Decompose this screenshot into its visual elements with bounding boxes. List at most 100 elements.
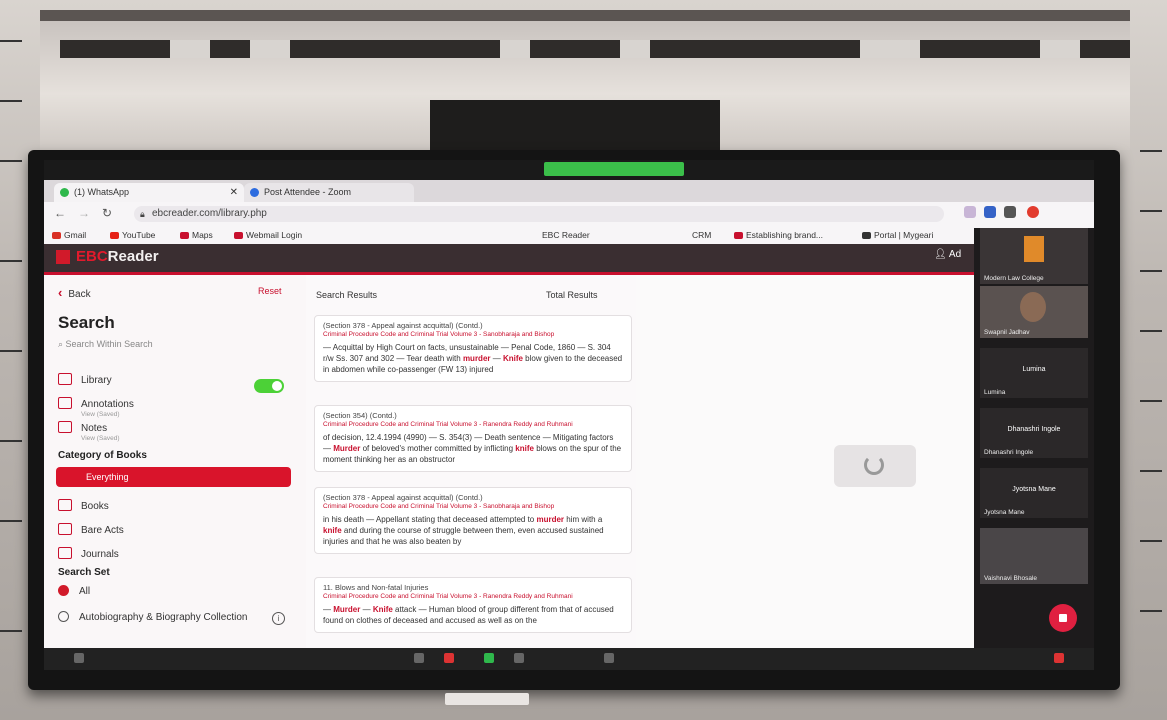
url-text: ebcreader.com/library.php [152, 208, 267, 219]
bookmark-youtube[interactable]: YouTube [110, 226, 155, 244]
sidebar-item-annotations[interactable]: Annotations View (Saved) [58, 395, 134, 418]
screen-share-indicator [544, 162, 684, 176]
ceiling-lights [60, 40, 1130, 58]
category-everything[interactable]: Everything [56, 467, 291, 487]
url-field[interactable]: 🔒︎ ebcreader.com/library.php [134, 206, 944, 222]
search-set-title: Search Set [58, 567, 110, 578]
taskbar [44, 648, 1094, 670]
sidebar-item-library[interactable]: Library [58, 371, 112, 391]
search-title: Search [58, 313, 115, 332]
bookmark-maps[interactable]: Maps [180, 226, 213, 244]
participant-tile[interactable]: Jyotsna Mane Jyotsna Mane [980, 468, 1088, 518]
loading-indicator [834, 445, 916, 487]
info-icon[interactable]: i [272, 612, 285, 625]
start-icon[interactable] [74, 653, 84, 663]
tab-label: Post Attendee - Zoom [264, 187, 352, 197]
college-logo-icon [1024, 236, 1044, 262]
search-sidebar: ‹ Back Reset Search ⌕ Search Within Searc… [44, 275, 307, 670]
category-title: Category of Books [58, 450, 147, 461]
category-books[interactable]: Books [58, 497, 109, 517]
taskbar-app-icon[interactable] [604, 653, 614, 663]
category-bare-acts[interactable]: Bare Acts [58, 521, 124, 541]
book-logo-icon [56, 250, 70, 264]
search-within-input[interactable]: ⌕ Search Within Search [58, 339, 153, 350]
user-menu[interactable]: 👤︎ Ad [934, 249, 961, 260]
radio-selected-icon [58, 585, 69, 596]
reset-button[interactable]: Reset [258, 286, 282, 296]
gmail-icon [52, 232, 61, 239]
record-button[interactable] [1049, 604, 1077, 632]
paper-edge-left [0, 0, 30, 720]
search-results: Search Results Total Results (Section 37… [306, 275, 636, 670]
result-card[interactable]: (Section 378 - Appeal against acquittal)… [314, 487, 632, 554]
bare-acts-icon [58, 523, 72, 535]
webmail-icon [234, 232, 243, 239]
book-icon [58, 499, 72, 511]
close-tab-icon[interactable]: ✕ [230, 183, 238, 202]
annotation-icon [58, 397, 72, 409]
chevron-left-icon: ‹ [58, 285, 63, 300]
bookmark-ebc-reader[interactable]: EBC Reader [542, 226, 590, 244]
document-viewer [636, 275, 974, 670]
category-journals[interactable]: Journals [58, 545, 119, 565]
results-total: Total Results [546, 290, 598, 300]
participant-tile[interactable]: Vaishnavi Bhosale [980, 528, 1088, 584]
spinner-icon [864, 455, 884, 475]
participant-tile[interactable]: Dhanashri Ingole Dhanashri Ingole [980, 408, 1088, 458]
back-arrow-icon[interactable]: ← [54, 206, 66, 220]
bookmark-webmail[interactable]: Webmail Login [234, 226, 302, 244]
sidebar-item-notes[interactable]: Notes View (Saved) [58, 419, 120, 442]
youtube-icon [110, 232, 119, 239]
bookmarks-bar: Gmail YouTube Maps Webmail Login EBC Rea… [44, 226, 1094, 244]
reload-icon[interactable]: ↻ [102, 206, 112, 220]
extension-icon[interactable] [964, 206, 976, 218]
taskbar-app-icon[interactable] [484, 653, 494, 663]
participant-tile[interactable]: Modern Law College [980, 228, 1088, 284]
lock-icon: 🔒︎ [140, 209, 145, 219]
os-top-bar [44, 160, 1094, 180]
participant-tile[interactable]: Lumina Lumina [980, 348, 1088, 398]
notes-icon [58, 421, 72, 433]
paper-edge-right [1140, 0, 1167, 720]
bookmark-establishing-brand[interactable]: Establishing brand... [734, 226, 823, 244]
forward-arrow-icon[interactable]: → [78, 206, 90, 220]
bookmark-k-icon [862, 232, 871, 239]
participant-video [1020, 292, 1046, 322]
bookmark-gmail[interactable]: Gmail [52, 226, 86, 244]
extensions-puzzle-icon[interactable] [1004, 206, 1016, 218]
search-set-autobiography[interactable]: Autobiography & Biography Collection [58, 608, 247, 628]
zoom-icon [250, 188, 259, 197]
bookmark-portal[interactable]: Portal | Mygeari [862, 226, 933, 244]
tab-label: (1) WhatsApp [74, 187, 130, 197]
zoom-participants-panel: Modern Law College Swapnil Jadhav Lumina… [974, 228, 1094, 670]
maps-pin-icon [180, 232, 189, 239]
app-header: EBCReader 👤︎ Ad [44, 244, 1094, 275]
app-logo[interactable]: EBCReader [76, 248, 159, 265]
library-toggle[interactable] [254, 379, 284, 393]
star-icon[interactable] [984, 206, 996, 218]
profile-avatar-icon[interactable] [1027, 206, 1039, 218]
result-card[interactable]: 11. Blows and Non-fatal Injuries Crimina… [314, 577, 632, 633]
bookmark-g-icon [734, 232, 743, 239]
taskbar-app-icon[interactable] [1054, 653, 1064, 663]
monitor-stand [445, 693, 529, 705]
taskbar-app-icon[interactable] [514, 653, 524, 663]
bookmark-crm[interactable]: CRM [692, 226, 711, 244]
participant-tile[interactable]: Swapnil Jadhav [980, 286, 1088, 338]
journal-icon [58, 547, 72, 559]
taskbar-app-icon[interactable] [414, 653, 424, 663]
search-set-all[interactable]: All [58, 582, 90, 602]
tab-whatsapp[interactable]: (1) WhatsApp ✕ [54, 183, 244, 202]
back-button[interactable]: ‹ Back [58, 285, 97, 300]
result-card[interactable]: (Section 378 - Appeal against acquittal)… [314, 315, 632, 382]
tab-zoom[interactable]: Post Attendee - Zoom [244, 183, 414, 202]
library-icon [58, 373, 72, 385]
radio-empty-icon [58, 611, 69, 622]
browser-window: (1) WhatsApp ✕ Post Attendee - Zoom ← → … [44, 180, 1094, 670]
browser-tab-strip: (1) WhatsApp ✕ Post Attendee - Zoom [44, 180, 1094, 202]
address-bar-row: ← → ↻ 🔒︎ ebcreader.com/library.php [44, 202, 1094, 226]
result-card[interactable]: (Section 354) (Contd.) Criminal Procedur… [314, 405, 632, 472]
whatsapp-icon [60, 188, 69, 197]
taskbar-app-icon[interactable] [444, 653, 454, 663]
results-header: Search Results [316, 290, 378, 300]
